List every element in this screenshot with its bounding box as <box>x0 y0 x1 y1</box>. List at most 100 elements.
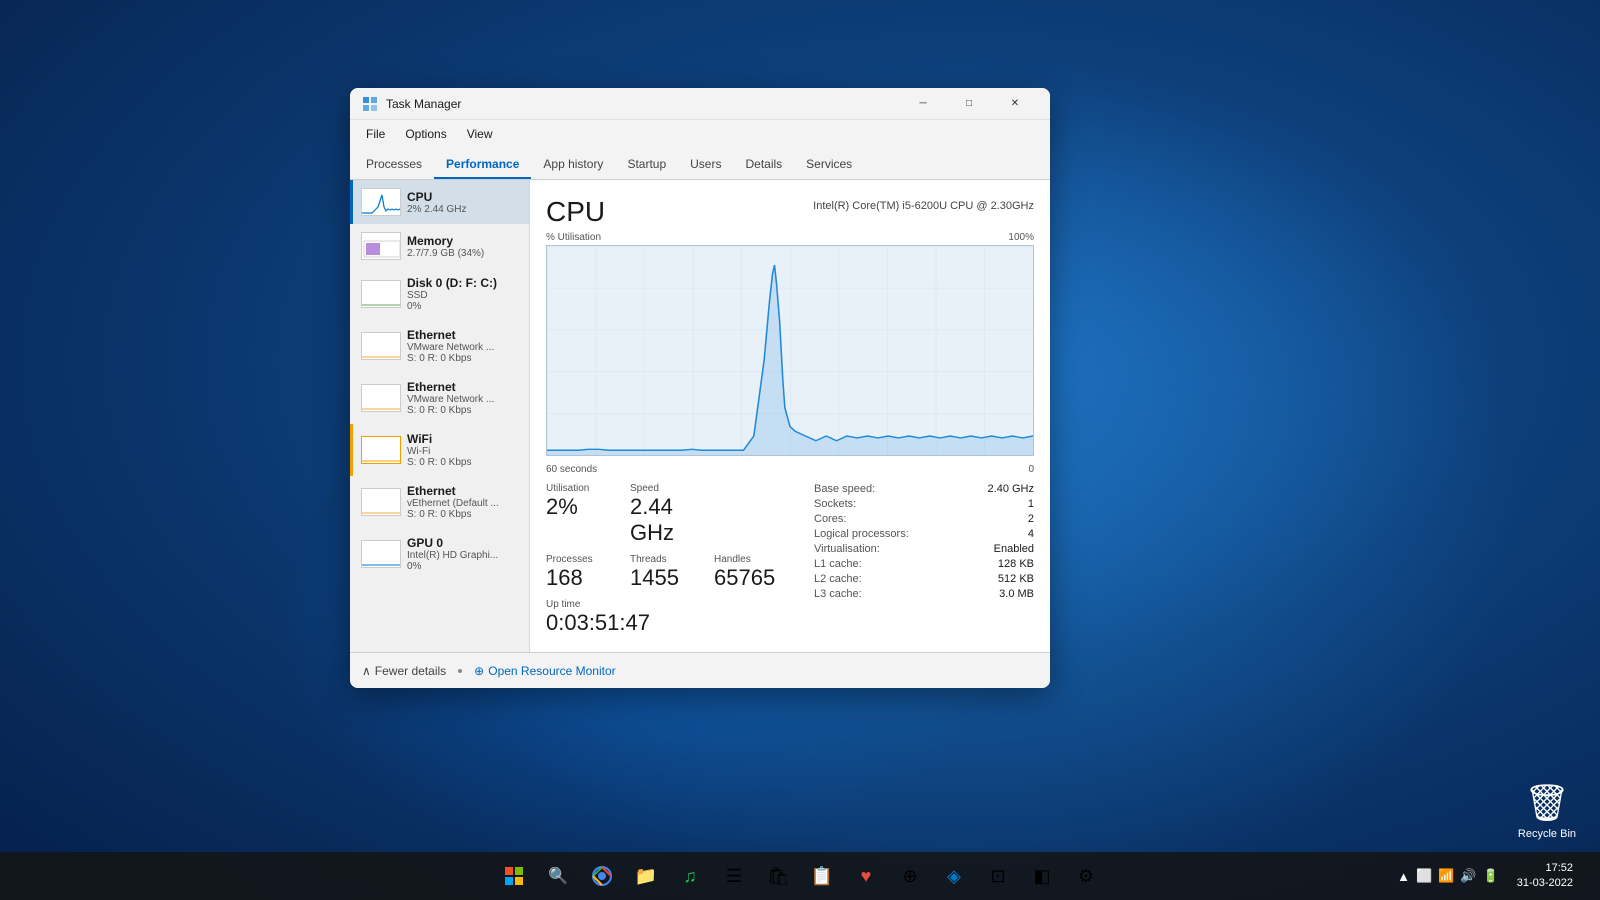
uptime-label: Up time <box>546 599 790 610</box>
uptime-stat: Up time 0:03:51:47 <box>546 599 790 636</box>
disk-label: Disk 0 (D: F: C:) SSD 0% <box>407 276 521 312</box>
tab-services[interactable]: Services <box>794 151 864 179</box>
tab-app-history[interactable]: App history <box>531 151 615 179</box>
tab-users[interactable]: Users <box>678 151 733 179</box>
l3-val: 3.0 MB <box>999 588 1034 600</box>
close-button[interactable]: ✕ <box>992 88 1038 120</box>
memory-label: Memory 2.7/7.9 GB (34%) <box>407 234 521 259</box>
menu-view[interactable]: View <box>459 123 501 145</box>
ethernet1-detail1: VMware Network ... <box>407 342 521 353</box>
l2-row: L2 cache: 512 KB <box>814 573 1034 585</box>
chrome-button[interactable] <box>582 856 622 896</box>
ethernet1-name: Ethernet <box>407 328 521 342</box>
cpu-thumb <box>361 188 401 216</box>
detail-header: CPU Intel(R) Core(TM) i5-6200U CPU @ 2.3… <box>546 196 1034 228</box>
tab-performance[interactable]: Performance <box>434 151 531 179</box>
logical-val: 4 <box>1028 528 1034 540</box>
ethernet1-label: Ethernet VMware Network ... S: 0 R: 0 Kb… <box>407 328 521 364</box>
gpu-thumb <box>361 540 401 568</box>
wifi-name: WiFi <box>407 432 521 446</box>
explorer-button[interactable]: 📁 <box>626 856 666 896</box>
wifi-thumb <box>361 436 401 464</box>
gpu-label: GPU 0 Intel(R) HD Graphi... 0% <box>407 536 521 572</box>
settings-button[interactable]: ⚙ <box>1066 856 1106 896</box>
cpu-label: CPU 2% 2.44 GHz <box>407 190 521 215</box>
sidebar-item-disk[interactable]: Disk 0 (D: F: C:) SSD 0% <box>350 268 529 320</box>
handles-stat-label: Handles <box>714 554 790 565</box>
base-speed-val: 2.40 GHz <box>988 483 1034 495</box>
wifi-label: WiFi Wi-Fi S: 0 R: 0 Kbps <box>407 432 521 468</box>
util-label: % Utilisation 100% <box>546 232 1034 243</box>
desktop: 🗑 Recycle Bin Task Manager ─ □ ✕ <box>0 0 1600 900</box>
sidebar-item-wifi[interactable]: WiFi Wi-Fi S: 0 R: 0 Kbps <box>350 424 529 476</box>
gpu-detail1: Intel(R) HD Graphi... <box>407 550 521 561</box>
l3-row: L3 cache: 3.0 MB <box>814 588 1034 600</box>
cpu-graph <box>546 245 1034 456</box>
disk-percent: 0% <box>407 301 521 312</box>
sidebar-item-ethernet3[interactable]: Ethernet vEthernet (Default ... S: 0 R: … <box>350 476 529 528</box>
memory-thumb <box>361 232 401 260</box>
tab-details[interactable]: Details <box>733 151 794 179</box>
gpu-detail2: 0% <box>407 561 521 572</box>
taskbar-clock[interactable]: 17:52 31-03-2022 <box>1509 861 1581 892</box>
start-button[interactable] <box>494 856 534 896</box>
minimize-button[interactable]: ─ <box>900 88 946 120</box>
maximize-button[interactable]: □ <box>946 88 992 120</box>
detail-panel: CPU Intel(R) Core(TM) i5-6200U CPU @ 2.3… <box>530 180 1050 652</box>
cpu-full-name: Intel(R) Core(TM) i5-6200U CPU @ 2.30GHz <box>813 200 1034 212</box>
tab-processes[interactable]: Processes <box>354 151 434 179</box>
taskbar-right: ▲ ⬜ 📶 🔊 🔋 17:52 31-03-2022 <box>1391 861 1592 892</box>
menu-options[interactable]: Options <box>397 123 454 145</box>
cpu-detail: 2% 2.44 GHz <box>407 204 521 215</box>
tray-monitor[interactable]: ⬜ <box>1414 868 1434 884</box>
tray-network[interactable]: 📶 <box>1436 868 1456 884</box>
virt-val: Enabled <box>994 543 1034 555</box>
tabbar: Processes Performance App history Startu… <box>350 148 1050 180</box>
detail-bottom: Utilisation 2% Speed 2.44 GHz Processes … <box>546 483 1034 636</box>
open-resource-button[interactable]: ⊕ Open Resource Monitor <box>474 664 615 678</box>
base-speed-key: Base speed: <box>814 483 875 495</box>
stickynotes-button[interactable]: 📋 <box>802 856 842 896</box>
window-controls: ─ □ ✕ <box>900 88 1038 120</box>
spotify-button[interactable]: ♫ <box>670 856 710 896</box>
handles-stat: Handles 65765 <box>714 554 790 591</box>
app-heart-button[interactable]: ♥ <box>846 856 886 896</box>
app-box-button[interactable]: ⊡ <box>978 856 1018 896</box>
recycle-bin[interactable]: 🗑 Recycle Bin <box>1518 782 1576 840</box>
handles-stat-value: 65765 <box>714 565 790 591</box>
gpu-name: GPU 0 <box>407 536 521 550</box>
vscode-button[interactable]: ◈ <box>934 856 974 896</box>
proc-stat-value: 168 <box>546 565 622 591</box>
sidebar-item-ethernet2[interactable]: Ethernet VMware Network ... S: 0 R: 0 Kb… <box>350 372 529 424</box>
sidebar-item-memory[interactable]: Memory 2.7/7.9 GB (34%) <box>350 224 529 268</box>
app-cross-button[interactable]: ⊕ <box>890 856 930 896</box>
app-screen-button[interactable]: ◧ <box>1022 856 1062 896</box>
threads-stat-value: 1455 <box>630 565 706 591</box>
fewer-details-button[interactable]: ∧ Fewer details <box>362 664 446 678</box>
cores-val: 2 <box>1028 513 1034 525</box>
search-button[interactable]: 🔍 <box>538 856 578 896</box>
ethernet1-detail2: S: 0 R: 0 Kbps <box>407 353 521 364</box>
tray-volume[interactable]: 🔊 <box>1458 868 1478 884</box>
ethernet2-detail2: S: 0 R: 0 Kbps <box>407 405 521 416</box>
taskbar: 🔍 📁 ♫ ☰ 🛍 📋 ♥ ⊕ ◈ ⊡ ◧ ⚙ <box>0 852 1600 900</box>
utilisation-stat: Utilisation 2% <box>546 483 622 546</box>
teams-button[interactable]: ☰ <box>714 856 754 896</box>
tray-expand[interactable]: ▲ <box>1395 869 1412 884</box>
menu-file[interactable]: File <box>358 123 393 145</box>
proc-stat-label: Processes <box>546 554 622 565</box>
graph-time-label: 60 seconds 0 <box>546 464 1034 475</box>
sockets-row: Sockets: 1 <box>814 498 1034 510</box>
store-button[interactable]: 🛍 <box>758 856 798 896</box>
sidebar-item-cpu[interactable]: CPU 2% 2.44 GHz <box>350 180 529 224</box>
tray-battery[interactable]: 🔋 <box>1481 868 1501 884</box>
tab-startup[interactable]: Startup <box>615 151 678 179</box>
sidebar-item-gpu[interactable]: GPU 0 Intel(R) HD Graphi... 0% <box>350 528 529 580</box>
taskbar-icons: 🔍 📁 ♫ ☰ 🛍 📋 ♥ ⊕ ◈ ⊡ ◧ ⚙ <box>494 856 1106 896</box>
disk-detail: SSD <box>407 290 521 301</box>
uptime-value: 0:03:51:47 <box>546 610 790 636</box>
fewer-details-label: Fewer details <box>375 664 446 678</box>
memory-detail: 2.7/7.9 GB (34%) <box>407 248 521 259</box>
l1-val: 128 KB <box>998 558 1034 570</box>
sidebar-item-ethernet1[interactable]: Ethernet VMware Network ... S: 0 R: 0 Kb… <box>350 320 529 372</box>
